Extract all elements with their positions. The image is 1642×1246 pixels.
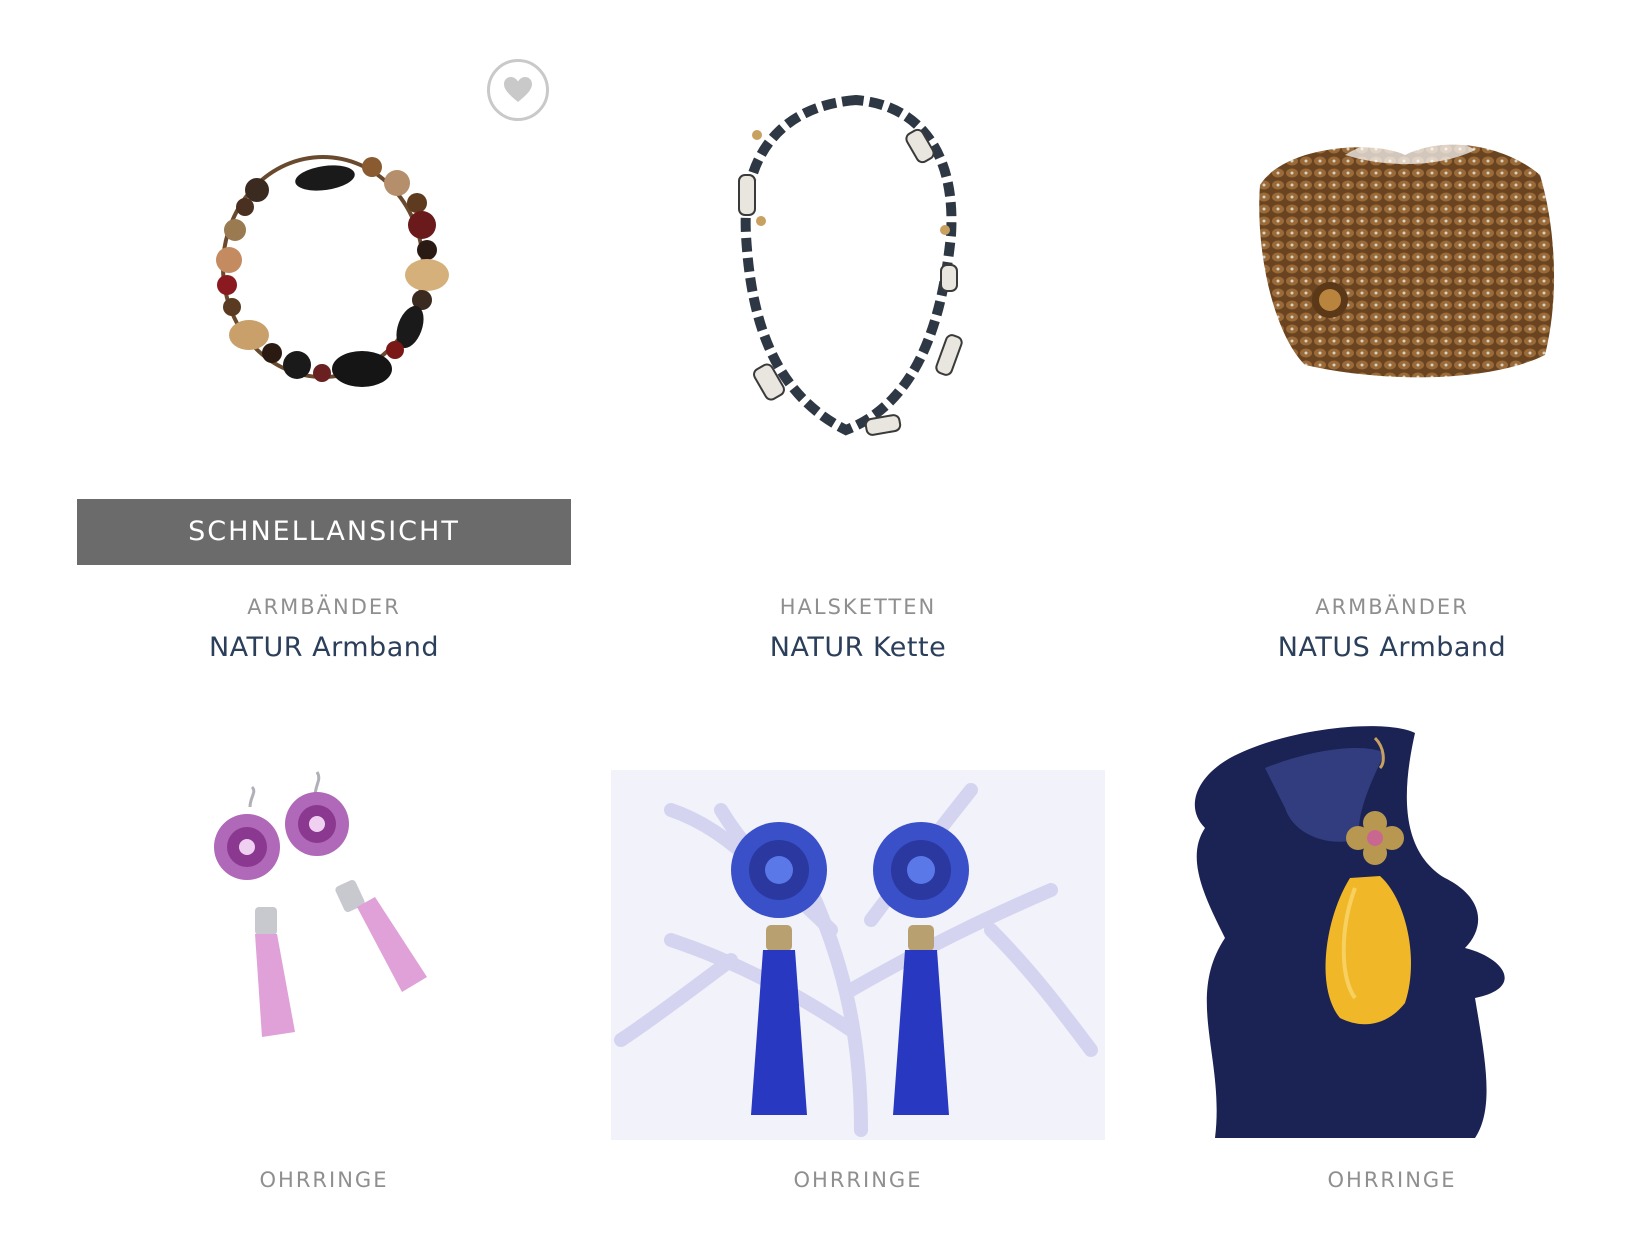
product-category[interactable]: HALSKETTEN [611,595,1105,619]
pink-tassel-earrings-image [214,771,427,1037]
product-title[interactable]: NATUR Kette [611,632,1105,663]
product-image[interactable] [1145,698,1639,1192]
product-category[interactable]: ARMBÄNDER [77,595,571,619]
heart-icon [504,77,532,102]
product-card[interactable]: SCHNELLANSICHT ARMBÄNDER NATUR Armband [77,35,571,663]
product-image[interactable] [611,35,1105,529]
product-card[interactable]: OHRRINGE [1145,712,1639,1246]
product-card[interactable]: OHRRINGE [611,712,1105,1246]
product-category[interactable]: OHRRINGE [1145,1168,1639,1192]
beaded-necklace-image [738,94,963,436]
product-card[interactable]: OHRRINGE [77,712,571,1246]
yellow-feather-earring-image [1194,726,1505,1138]
product-image[interactable] [77,35,571,529]
wooden-cuff-bracelet-image [1259,135,1555,378]
quickview-button[interactable]: SCHNELLANSICHT [77,499,571,565]
product-image[interactable] [77,712,571,1206]
product-card[interactable]: HALSKETTEN NATUR Kette [611,35,1105,663]
product-category[interactable]: OHRRINGE [611,1168,1105,1192]
product-category[interactable]: OHRRINGE [77,1168,571,1192]
product-title[interactable]: NATUR Armband [77,632,571,663]
product-category[interactable]: ARMBÄNDER [1145,595,1639,619]
blue-tassel-earrings-image [611,770,1105,1140]
product-image[interactable] [1145,35,1639,529]
product-title[interactable]: NATUS Armband [1145,632,1639,663]
wishlist-button[interactable] [487,59,549,121]
product-card[interactable]: ARMBÄNDER NATUS Armband [1145,35,1639,663]
